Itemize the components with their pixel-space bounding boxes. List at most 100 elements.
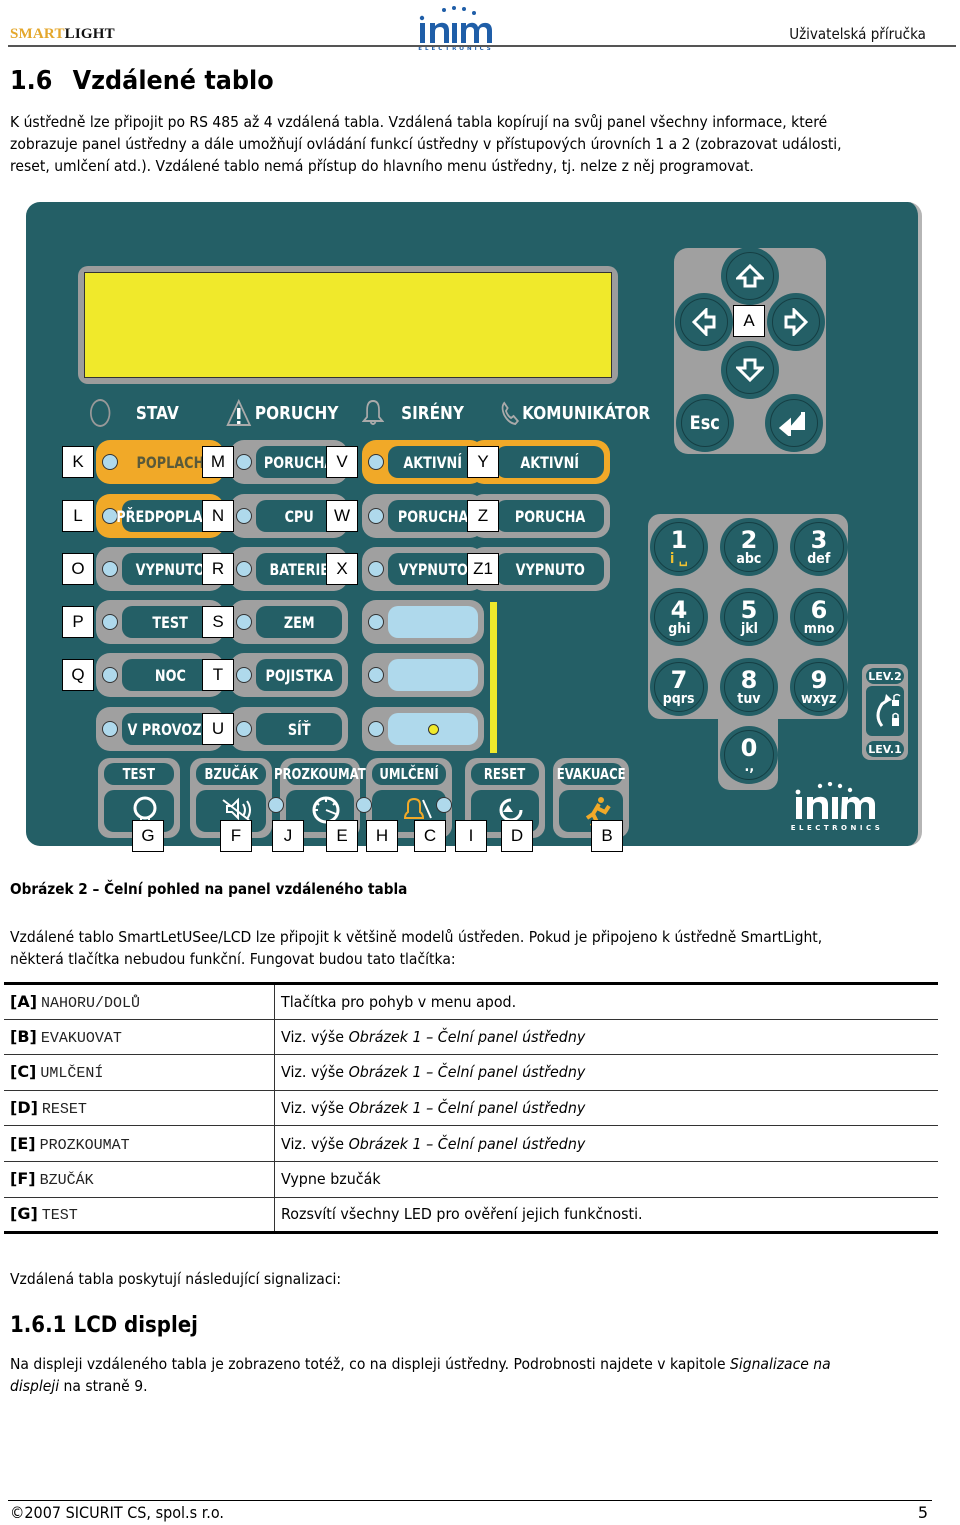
level-switch-button[interactable] <box>866 686 904 736</box>
page-number: 5 <box>917 1503 928 1522</box>
led-light <box>236 561 252 577</box>
key-name: PROZKOUMAT <box>39 1136 130 1154</box>
right-arrow-button[interactable] <box>772 298 820 346</box>
figure-caption: Obrázek 2 – Čelní pohled na panel vzdále… <box>10 880 408 898</box>
numpad-key-6[interactable]: 6 mno <box>794 592 844 642</box>
callout-label-a: A <box>733 305 765 337</box>
numpad-key-2[interactable]: 2 abc <box>724 522 774 572</box>
led-indicator: SÍŤ <box>230 707 348 751</box>
panel-inim-logo: ELECTRONICS <box>791 782 880 832</box>
led-label: PORUCHA <box>388 500 478 532</box>
left-arrow-button[interactable] <box>680 298 728 346</box>
led-label-text: TEST <box>152 612 188 632</box>
numpad-key-5[interactable]: 5 jkl <box>724 592 774 642</box>
warning-icon <box>226 399 252 426</box>
description-text: Viz. výše <box>280 1063 349 1082</box>
arrow-up-icon <box>736 264 764 288</box>
key-cell: [E] PROZKOUMAT <box>4 1125 275 1162</box>
led-label-text: SÍŤ <box>287 719 311 739</box>
led-label-text: VYPNUTO <box>515 559 585 579</box>
led-label-text: VYPNUTO <box>398 559 468 579</box>
figure-reference: Obrázek 1 – Čelní panel ústředny <box>348 1063 585 1082</box>
numpad-key-1[interactable]: 1i ␣ <box>654 522 704 572</box>
numpad-digit: 1 <box>670 526 688 554</box>
function-key-label-text: TEST <box>122 765 156 783</box>
key-code: [C] <box>10 1062 37 1082</box>
key-code: [G] <box>10 1204 38 1224</box>
numpad-digit: 5 <box>740 596 758 624</box>
callout-label: T <box>202 659 234 691</box>
key-cell: [D] RESET <box>4 1090 275 1127</box>
chapter-reference-link: displeji <box>10 1377 60 1395</box>
description-cell: Viz. výše Obrázek 1 – Čelní panel ústřed… <box>274 1054 938 1091</box>
description-cell: Vypne bzučák <box>274 1161 938 1198</box>
numpad-key-3[interactable]: 3 def <box>794 522 844 572</box>
led-light <box>102 614 118 630</box>
down-arrow-button[interactable] <box>726 346 774 394</box>
function-key-label-text: BZUČÁK <box>204 765 258 783</box>
numpad-key-0[interactable]: 0., <box>724 730 774 780</box>
led-label <box>388 606 478 638</box>
numpad-key-4[interactable]: 4 ghi <box>654 592 704 642</box>
numpad-letters: pqrs <box>663 691 695 707</box>
description-cell: Viz. výše Obrázek 1 – Čelní panel ústřed… <box>274 1019 938 1056</box>
status-komunikator: KOMUNIKÁTOR <box>500 398 650 428</box>
key-name: UMLČENÍ <box>40 1065 104 1083</box>
numpad-digit: 9 <box>810 666 828 694</box>
yellow-indicator-strip <box>490 602 497 753</box>
function-key-label-text: UMLČENÍ <box>379 765 439 783</box>
subsection-heading: 1.6.1 LCD displej <box>10 1313 198 1338</box>
numpad-key-8[interactable]: 8 tuv <box>724 662 774 712</box>
function-key-label: EVAKUACE <box>556 763 626 785</box>
callout-label: M <box>202 446 234 478</box>
led-label-text: POJISTKA <box>265 665 333 685</box>
led-light <box>102 561 118 577</box>
numpad-digit: 7 <box>670 666 688 694</box>
function-key-label-text: EVAKUACE <box>556 765 626 783</box>
esc-button[interactable]: Esc <box>681 399 729 447</box>
function-key-label: UMLČENÍ <box>372 763 446 785</box>
footer-divider <box>8 1500 932 1501</box>
function-key-label: TEST <box>104 763 174 785</box>
led-label: VYPNUTO <box>388 553 478 585</box>
key-cell: [F] BZUČÁK <box>4 1161 275 1198</box>
footer-copyright: ©2007 SICURIT CS, spol.s r.o. <box>10 1503 225 1522</box>
numpad-letters: ghi <box>667 621 691 637</box>
callout-label: D <box>501 820 533 852</box>
up-arrow-button[interactable] <box>726 252 774 300</box>
numpad-letters: ., <box>744 759 754 775</box>
numpad-letters: abc <box>736 551 762 567</box>
arrow-right-icon <box>784 308 808 336</box>
led-label: POJISTKA <box>256 659 342 691</box>
numpad-digit: 8 <box>740 666 758 694</box>
led-label-text: CPU <box>284 506 314 526</box>
led-label: VYPNUTO <box>496 553 604 585</box>
header-divider <box>8 45 956 47</box>
table-row: [A] NAHORU/DOLŮ Tlačítka pro pohyb v menu … <box>4 982 938 1020</box>
led-light <box>368 667 384 683</box>
numpad-letters: wxyz <box>801 691 837 707</box>
numpad-digit: 2 <box>740 526 758 554</box>
description-text: Viz. výše <box>280 1027 349 1046</box>
numpad-key-7[interactable]: 7 pqrs <box>654 662 704 712</box>
enter-button[interactable] <box>770 399 818 447</box>
led-light <box>236 508 252 524</box>
led-label-text: NOC <box>154 665 186 685</box>
function-led <box>436 797 452 813</box>
led-label-text: PORUCHA <box>514 506 586 526</box>
numpad-key-9[interactable]: 9 wxyz <box>794 662 844 712</box>
document-type: Uživatelská příručka <box>789 25 926 43</box>
led-light <box>368 561 384 577</box>
led-light <box>368 508 384 524</box>
callout-label: R <box>202 553 234 585</box>
figure-reference: Obrázek 1 – Čelní panel ústředny <box>348 1134 585 1153</box>
level-2-label: LEV.2 <box>866 668 904 684</box>
function-led <box>268 797 284 813</box>
led-label <box>388 713 478 745</box>
led-light <box>236 721 252 737</box>
callout-label: U <box>202 713 234 745</box>
led-label: AKTIVNÍ <box>388 446 478 478</box>
description-cell: Rozsvítí všechny LED pro ověření jejich … <box>274 1197 938 1235</box>
numpad-letters: def <box>807 551 831 567</box>
arrow-left-icon <box>692 308 716 336</box>
